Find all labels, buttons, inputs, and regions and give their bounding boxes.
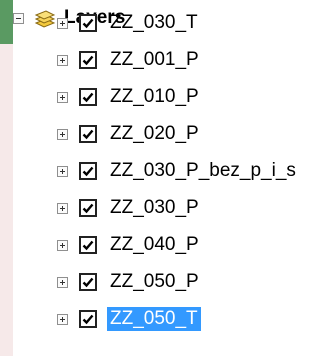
expand-icon[interactable]	[57, 165, 68, 177]
layer-name[interactable]: ZZ_020_P	[107, 122, 202, 146]
expand-icon[interactable]	[57, 202, 68, 214]
checkmark-icon	[82, 18, 94, 29]
layer-name-selected[interactable]: ZZ_050_T	[107, 307, 201, 331]
layer-visibility-checkbox[interactable]	[79, 199, 97, 217]
layer-row[interactable]: ZZ_030_T	[57, 10, 201, 36]
checkmark-icon	[82, 203, 94, 214]
layer-row[interactable]: ZZ_040_P	[57, 232, 202, 258]
expand-icon[interactable]	[57, 128, 68, 140]
expand-icon[interactable]	[57, 313, 68, 325]
expand-icon[interactable]	[57, 239, 68, 251]
table-of-contents: Layers ZZ_030_T ZZ_001_P ZZ_010_P ZZ_020…	[0, 0, 329, 356]
layer-row[interactable]: ZZ_030_P	[57, 195, 202, 221]
layer-visibility-checkbox[interactable]	[79, 125, 97, 143]
layer-name[interactable]: ZZ_030_P	[107, 196, 202, 220]
layer-visibility-checkbox[interactable]	[79, 236, 97, 254]
checkmark-icon	[82, 129, 94, 140]
layer-row[interactable]: ZZ_010_P	[57, 84, 202, 110]
layers-stack-icon	[34, 10, 56, 28]
layer-visibility-checkbox[interactable]	[79, 162, 97, 180]
expand-icon[interactable]	[57, 91, 68, 103]
layer-name[interactable]: ZZ_030_T	[107, 11, 201, 35]
checkmark-icon	[82, 55, 94, 66]
layer-name[interactable]: ZZ_050_P	[107, 270, 202, 294]
layer-row[interactable]: ZZ_001_P	[57, 47, 202, 73]
expand-icon[interactable]	[57, 17, 68, 29]
layer-row[interactable]: ZZ_030_P_bez_p_i_s	[57, 158, 299, 184]
layer-visibility-checkbox[interactable]	[79, 88, 97, 106]
collapse-icon[interactable]	[13, 12, 24, 24]
layer-visibility-checkbox[interactable]	[79, 14, 97, 32]
layer-name[interactable]: ZZ_040_P	[107, 233, 202, 257]
expand-icon[interactable]	[57, 54, 68, 66]
layer-visibility-checkbox[interactable]	[79, 273, 97, 291]
checkmark-icon	[82, 240, 94, 251]
layer-name[interactable]: ZZ_001_P	[107, 48, 202, 72]
checkmark-icon	[82, 277, 94, 288]
checkmark-icon	[82, 166, 94, 177]
checkmark-icon	[82, 92, 94, 103]
layer-visibility-checkbox[interactable]	[79, 51, 97, 69]
layer-name[interactable]: ZZ_010_P	[107, 85, 202, 109]
layer-row-selected[interactable]: ZZ_050_T	[57, 306, 201, 332]
expand-icon[interactable]	[57, 276, 68, 288]
layer-name[interactable]: ZZ_030_P_bez_p_i_s	[107, 159, 299, 183]
checkmark-icon	[82, 314, 94, 325]
layer-row[interactable]: ZZ_020_P	[57, 121, 202, 147]
layer-visibility-checkbox[interactable]	[79, 310, 97, 328]
layer-row[interactable]: ZZ_050_P	[57, 269, 202, 295]
